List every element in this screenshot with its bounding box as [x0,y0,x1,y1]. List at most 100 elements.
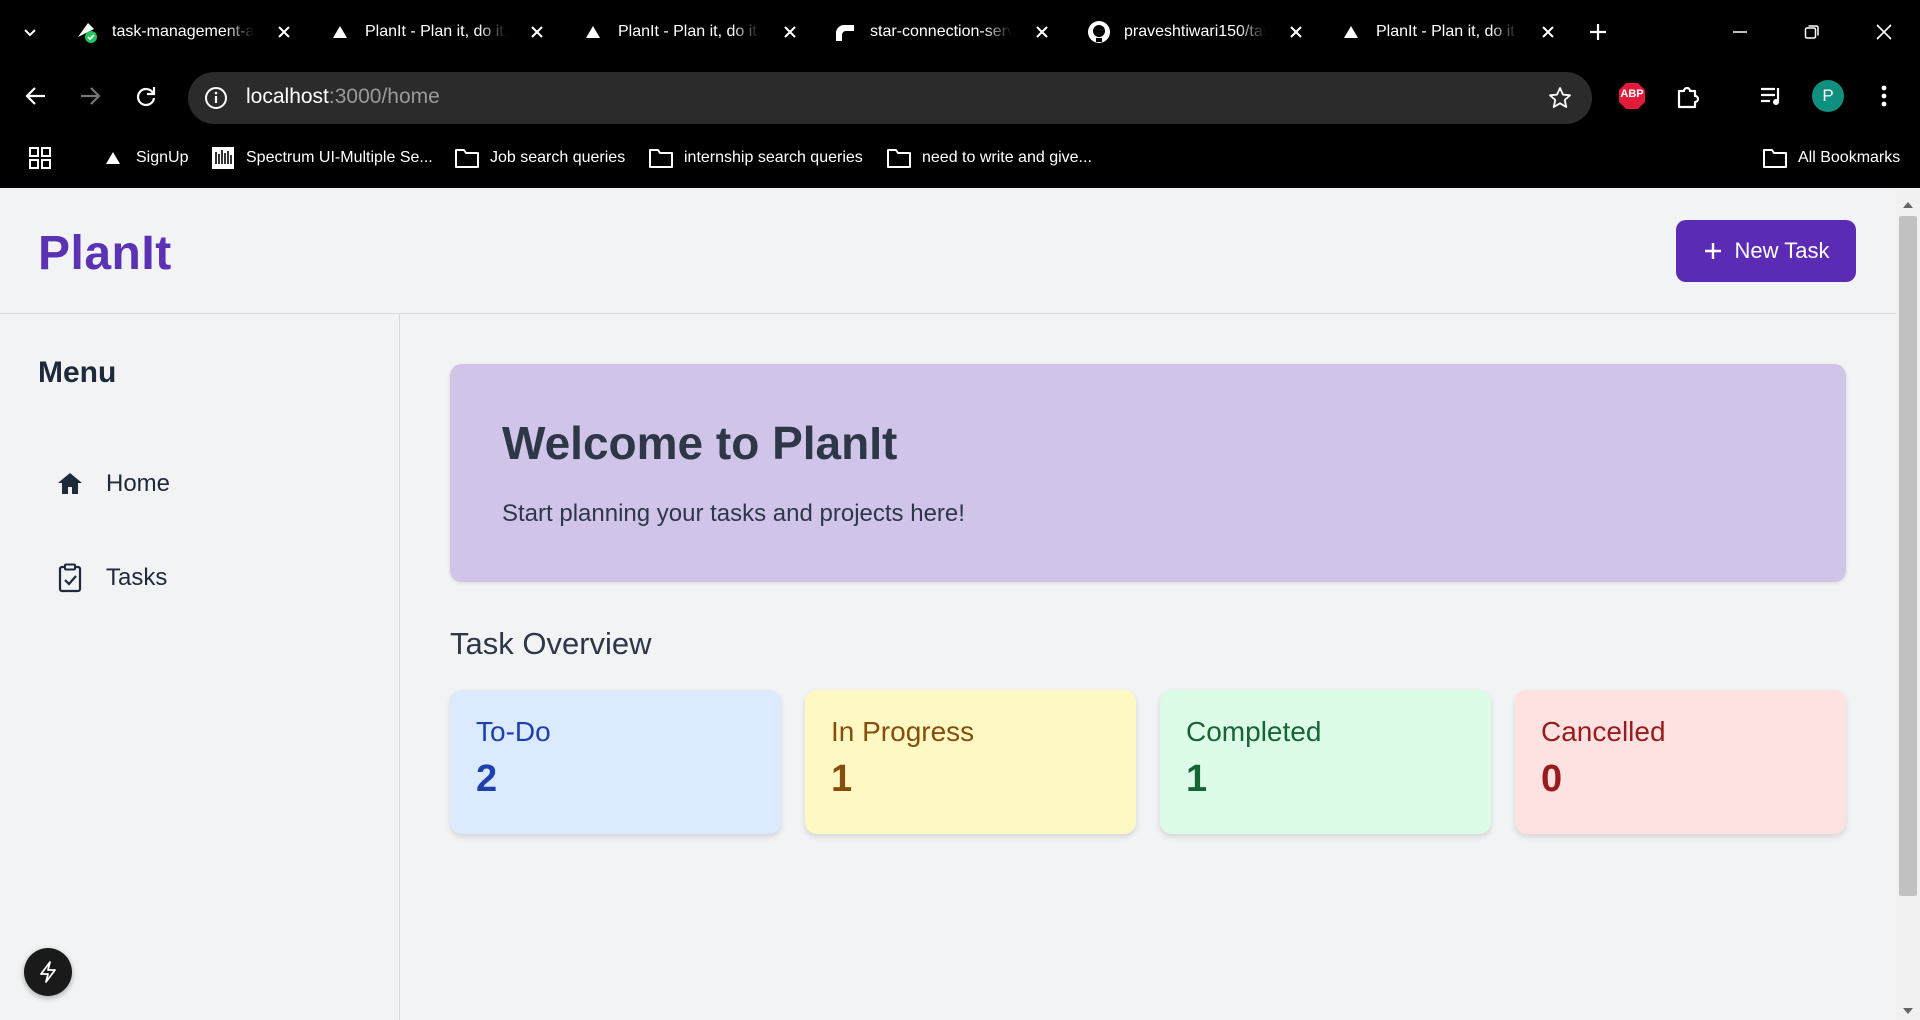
spectrum-icon [210,145,236,171]
scroll-down-arrow-icon[interactable] [1902,1002,1914,1020]
bookmark-star-icon[interactable] [1546,84,1574,112]
sidebar-item-home[interactable]: Home [56,464,170,504]
triangle-icon [580,19,606,45]
lightning-bolt-icon [37,960,59,984]
plus-icon [1703,241,1723,261]
dev-tools-bolt-button[interactable] [24,948,72,996]
tab-title: task-management-a [112,23,254,40]
bookmark-item[interactable]: SignUp [100,144,188,172]
tab-title: PlanIt - Plan it, do it, [618,23,760,40]
sidebar-item-label: Home [106,470,171,497]
new-task-label: New Task [1734,238,1830,263]
url-host: localhost [246,85,329,108]
bookmark-item[interactable]: Job search queries [454,144,625,172]
sidebar-item-label: Tasks [106,564,168,591]
close-tab-icon[interactable] [1282,18,1310,46]
close-window-icon[interactable] [1868,18,1900,46]
restore-icon[interactable] [1796,18,1828,46]
triangle-icon [1338,19,1364,45]
bookmark-item[interactable]: internship search queries [648,144,863,172]
folder-icon [454,145,480,171]
folder-icon [648,145,674,171]
status-card-count: 1 [1186,758,1208,800]
url-text[interactable]: localhost:3000/home [246,85,440,109]
render-icon [832,19,858,45]
close-tab-icon[interactable] [523,18,551,46]
tab-title: PlanIt - Plan it, do it, [365,23,507,40]
app-logo[interactable]: PlanIt [38,226,172,281]
close-tab-icon[interactable] [1534,18,1562,46]
status-card-count: 1 [831,758,853,800]
task-overview-title: Task Overview [450,626,652,661]
page-scrollbar[interactable] [1896,188,1920,1020]
address-bar[interactable]: localhost:3000/home [188,72,1592,124]
browser-tab[interactable]: star-connection-serv [832,12,1056,52]
triangle-icon [327,19,353,45]
new-task-button[interactable]: New Task [1676,220,1856,282]
welcome-title: Welcome to PlanIt [502,417,898,469]
status-card-label: To-Do [476,716,551,747]
page-content: PlanIt New Task Menu Home Tasks Welcome … [0,188,1896,1020]
profile-avatar[interactable]: P [1812,80,1844,112]
bookmarks-bar: SignUp Spectrum UI-Multiple Se... Job se… [0,128,1920,188]
bookmark-label: internship search queries [684,149,863,166]
folder-icon [886,145,912,171]
browser-tab[interactable]: praveshtiwari150/tas [1086,12,1310,52]
bookmark-label: need to write and give... [922,149,1092,166]
forward-arrow-icon[interactable] [74,80,106,112]
close-tab-icon[interactable] [1028,18,1056,46]
new-tab-plus-icon[interactable] [1584,18,1612,46]
status-card-count: 2 [476,758,498,800]
site-info-icon[interactable] [202,84,230,112]
close-tab-icon[interactable] [270,18,298,46]
folder-icon [1762,145,1788,171]
browser-tab[interactable]: PlanIt - Plan it, do it, [1338,12,1562,52]
profile-initial: P [1822,86,1834,105]
menu-title: Menu [38,356,117,389]
vercel-check-icon [74,19,100,45]
bookmark-label: SignUp [136,149,189,166]
tab-title: praveshtiwari150/tas [1124,23,1266,40]
reload-icon[interactable] [130,80,162,112]
scrollbar-thumb[interactable] [1899,216,1917,896]
app-header: PlanIt New Task [0,188,1896,314]
media-control-icon[interactable] [1756,80,1788,112]
tab-title: star-connection-serv [870,23,1012,40]
triangle-icon [100,145,126,171]
home-icon [56,470,84,498]
adblock-icon[interactable]: ABP [1616,80,1648,112]
status-card-todo[interactable]: To-Do 2 [450,690,781,834]
close-tab-icon[interactable] [776,18,804,46]
url-path: :3000/home [328,85,440,108]
bookmark-item[interactable]: Spectrum UI-Multiple Se... [210,144,433,172]
extensions-puzzle-icon[interactable] [1672,80,1704,112]
bookmark-label: Job search queries [490,149,626,166]
status-card-label: Cancelled [1541,716,1666,747]
status-card-count: 0 [1541,758,1563,800]
back-arrow-icon[interactable] [20,80,52,112]
browser-tab[interactable]: PlanIt - Plan it, do it, [580,12,804,52]
minimize-icon[interactable] [1724,18,1756,46]
status-card-completed[interactable]: Completed 1 [1160,690,1491,834]
sidebar: Menu Home Tasks [0,314,400,1020]
tab-title: PlanIt - Plan it, do it, [1376,23,1518,40]
browser-toolbar: localhost:3000/home ABP P [0,64,1920,128]
status-card-label: In Progress [831,716,975,747]
welcome-banner: Welcome to PlanIt Start planning your ta… [450,364,1846,582]
status-card-cancelled[interactable]: Cancelled 0 [1515,690,1846,834]
browser-tab[interactable]: task-management-a [74,12,298,52]
more-menu-icon[interactable] [1868,80,1900,112]
browser-tab[interactable]: PlanIt - Plan it, do it, [327,12,551,52]
welcome-subtitle: Start planning your tasks and projects h… [502,500,965,527]
clipboard-check-icon [56,563,84,593]
sidebar-item-tasks[interactable]: Tasks [56,558,167,598]
tab-search-chevron-icon[interactable] [16,18,44,46]
apps-grid-icon[interactable] [26,144,54,172]
bookmark-item[interactable]: need to write and give... [886,144,1092,172]
all-bookmarks-label: All Bookmarks [1798,149,1901,166]
tab-strip: task-management-a PlanIt - Plan it, do i… [0,0,1920,64]
status-card-in-progress[interactable]: In Progress 1 [805,690,1136,834]
bookmark-label: Spectrum UI-Multiple Se... [246,149,433,166]
scroll-up-arrow-icon[interactable] [1902,196,1914,214]
all-bookmarks[interactable]: All Bookmarks [1762,144,1900,172]
